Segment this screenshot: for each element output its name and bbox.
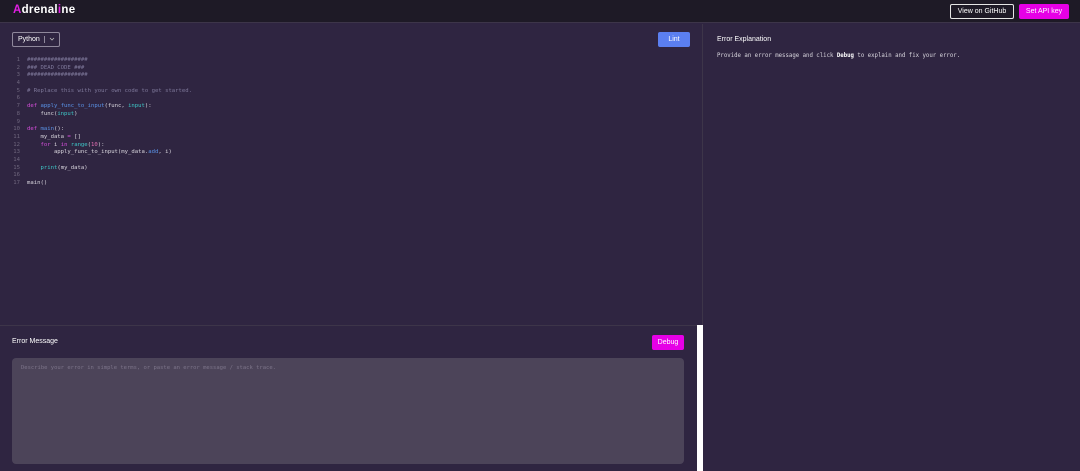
error-message-pane: Error Message Debug [0,325,697,471]
code-token: def [27,103,38,110]
code-line: 6 [8,95,192,103]
set-api-key-button[interactable]: Set API key [1019,4,1069,19]
line-number: 3 [16,72,20,79]
line-number: 16 [13,172,20,179]
line-number: 4 [16,80,20,87]
line-number: 2 [16,64,20,71]
language-select-value: Python [18,36,40,43]
line-number: 1 [16,57,20,63]
code-token: input [128,103,145,110]
code-line: 12 for i in range(10): [8,142,192,150]
line-number: 15 [13,164,20,171]
pane-divider[interactable] [697,325,703,471]
code-token: ) [74,110,78,117]
line-number: 8 [16,110,20,117]
code-token: def [27,126,38,133]
code-token: main() [27,180,48,186]
code-line: 16 [8,172,192,180]
code-token: print [40,164,58,171]
code-line: 10 def main(): [8,126,192,134]
code-token: # Replace this with your own code to get… [27,87,193,94]
code-token: my_data [27,133,68,140]
line-number: 14 [13,156,20,163]
code-text: apply_func_to_input(my_data.add, i) [27,149,172,157]
line-number: 13 [13,149,20,156]
code-token: [] [70,133,81,140]
code-line: 14 [8,157,192,165]
code-token: i [50,141,61,148]
code-line: 4 [8,80,192,88]
code-token: input [57,110,75,117]
code-token: ################## [27,72,88,79]
code-token: ): [97,141,105,148]
line-number: 11 [13,133,20,140]
code-text: def main(): [27,126,64,134]
line-number: 10 [13,126,20,133]
code-token: (func, [104,103,129,110]
code-token: add [148,149,159,156]
line-number: 12 [13,141,20,148]
view-on-github-button[interactable]: View on GitHub [950,4,1014,19]
logo: Adrenaline [13,4,76,16]
code-line: 15 print(my_data) [8,165,192,173]
code-token: (my_data) [57,164,88,171]
code-text: # Replace this with your own code to get… [27,88,192,96]
code-text: main() [27,180,47,188]
code-line: 2 ### DEAD CODE ### [8,65,192,73]
code-token: for [40,141,51,148]
code-token: 10 [91,141,98,148]
code-text: ################## [27,72,88,80]
code-editor-pane: Python Lint 1 ################## 2 ### DEAD… [0,24,703,325]
code-token: func( [27,110,58,117]
code-line: 7 def apply_func_to_input(func, input): [8,103,192,111]
chevron-down-icon [49,33,55,52]
code-line: 1 ################## [8,57,192,65]
language-select[interactable]: Python [12,32,60,47]
code-text: ################## [27,57,88,65]
debug-button[interactable]: Debug [652,335,684,350]
line-number: 6 [16,95,20,102]
line-number: 17 [13,180,20,186]
error-message-title: Error Message [12,338,58,345]
code-token: main [40,126,54,133]
code-token: apply_func_to_input(my_data. [27,149,149,156]
code-line: 3 ################## [8,72,192,80]
code-text: my_data = [] [27,133,81,142]
error-explanation-pane: Error Explanation Provide an error messa… [704,24,1080,471]
code-token: apply_func_to_input [40,103,105,110]
line-number: 7 [16,103,20,110]
code-token: ### DEAD CODE ### [27,64,85,71]
error-message-input[interactable] [12,358,684,464]
code-text: def apply_func_to_input(func, input): [27,103,152,111]
code-line: 17 main() [8,180,192,188]
code-token: ): [144,103,152,110]
code-text: print(my_data) [27,164,88,173]
code-line: 5 # Replace this with your own code to ge… [8,88,192,96]
error-explanation-text: Provide an error message and click Debug… [717,53,961,59]
code-token: range [70,141,88,148]
language-select-divider [44,36,45,43]
code-line: 8 func(input) [8,111,192,119]
error-explanation-title: Error Explanation [717,36,772,43]
line-number: 5 [16,87,20,94]
code-editor[interactable]: 1 ################## 2 ### DEAD CODE ### 3 ##… [8,57,192,188]
code-line: 9 [8,119,192,127]
code-line: 13 apply_func_to_input(my_data.add, i) [8,149,192,157]
code-token: , i) [158,149,172,156]
lint-button[interactable]: Lint [658,32,690,47]
top-bar: Adrenaline View on GitHub Set API key [0,0,1080,23]
code-token: ################## [27,57,88,63]
line-number: 9 [16,118,20,125]
code-token: (): [53,126,65,133]
code-line: 11 my_data = [] [8,134,192,142]
code-text: for i in range(10): [27,141,105,150]
code-text: func(input) [27,110,78,119]
code-text: ### DEAD CODE ### [27,65,84,73]
